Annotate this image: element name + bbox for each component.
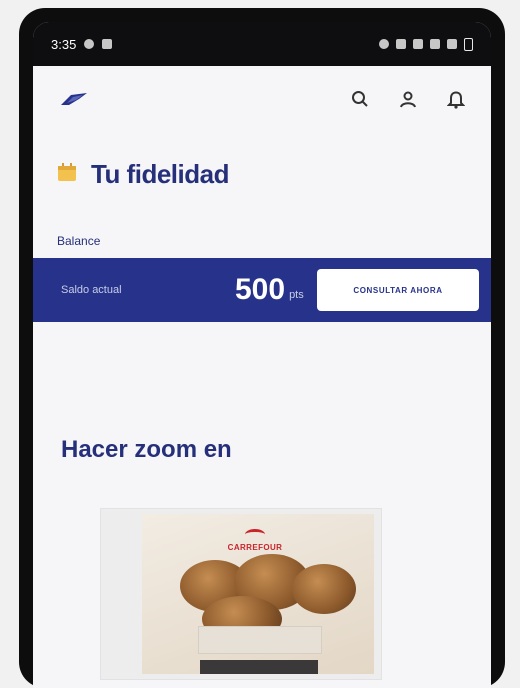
product-image: CARREFOUR bbox=[142, 514, 374, 674]
balance-unit: pts bbox=[289, 289, 304, 301]
loyalty-card-icon bbox=[55, 160, 79, 189]
user-icon[interactable] bbox=[395, 86, 421, 112]
package-label bbox=[198, 626, 322, 654]
brand-mark-icon bbox=[245, 528, 265, 540]
package-footer bbox=[200, 660, 318, 674]
signal-icon bbox=[447, 39, 457, 49]
consult-now-button[interactable]: CONSULTAR AHORA bbox=[317, 269, 479, 311]
page-heading: Tu fidelidad bbox=[33, 132, 491, 196]
page-title: Tu fidelidad bbox=[91, 158, 229, 189]
status-time: 3:35 bbox=[51, 36, 77, 52]
battery-icon bbox=[464, 37, 473, 51]
status-bar: 3:35 bbox=[33, 22, 491, 66]
alarm-icon bbox=[379, 39, 389, 49]
bell-icon[interactable] bbox=[443, 86, 469, 112]
notification-icon bbox=[84, 39, 95, 49]
mute-icon bbox=[396, 39, 406, 49]
bread-roll-3 bbox=[292, 564, 356, 614]
balance-label: Saldo actual bbox=[61, 284, 122, 296]
vibrate-icon bbox=[413, 39, 423, 49]
brand-logo: CARREFOUR bbox=[190, 522, 320, 558]
search-icon[interactable] bbox=[347, 86, 373, 112]
navigation-icon bbox=[102, 39, 113, 49]
balance-section-label: Balance bbox=[57, 234, 101, 248]
balance-bar: Saldo actual 500 pts CONSULTAR AHORA bbox=[33, 258, 491, 322]
app-bar bbox=[33, 66, 491, 132]
zoom-section-title: Hacer zoom en bbox=[61, 436, 232, 463]
brand-name: CARREFOUR bbox=[227, 542, 283, 552]
wifi-icon bbox=[430, 39, 440, 49]
brand-bird-icon[interactable] bbox=[59, 91, 89, 107]
balance-value: 500 bbox=[235, 273, 286, 306]
